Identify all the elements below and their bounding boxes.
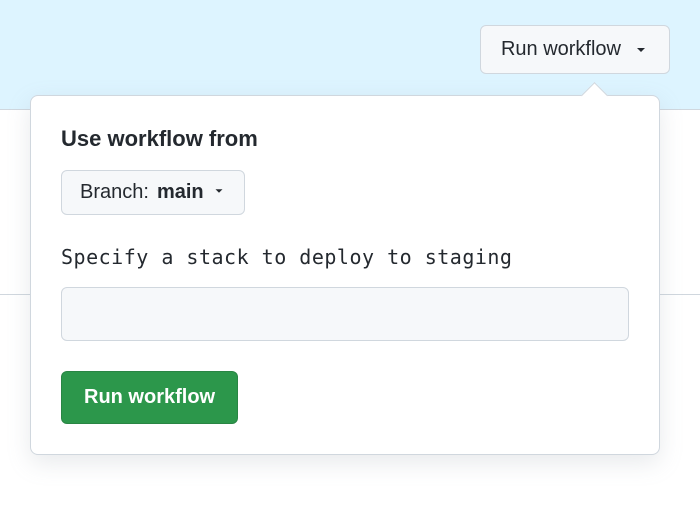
use-workflow-from-label: Use workflow from — [61, 126, 629, 152]
run-workflow-trigger-button[interactable]: Run workflow — [480, 25, 670, 74]
branch-selector-button[interactable]: Branch: main — [61, 170, 245, 215]
stack-input-label: Specify a stack to deploy to staging — [61, 245, 629, 269]
run-workflow-trigger-label: Run workflow — [501, 38, 621, 61]
stack-input[interactable] — [61, 287, 629, 341]
run-workflow-submit-button[interactable]: Run workflow — [61, 371, 238, 424]
branch-prefix-label: Branch: — [80, 181, 149, 204]
caret-down-icon — [633, 42, 649, 58]
workflow-dispatch-panel: Use workflow from Branch: main Specify a… — [30, 95, 660, 455]
branch-name-label: main — [157, 181, 204, 204]
caret-down-icon — [212, 181, 226, 204]
